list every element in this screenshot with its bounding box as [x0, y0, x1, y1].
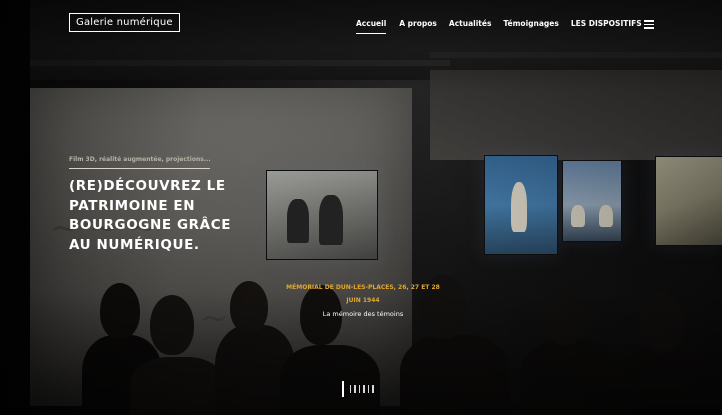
slide-pager	[342, 381, 374, 397]
caption-title-line: JUIN 1944	[346, 297, 380, 304]
hamburger-line	[644, 23, 654, 26]
headline-line: PATRIMOINE EN	[69, 197, 196, 214]
site-logo[interactable]: Galerie numérique	[69, 13, 180, 32]
hero-divider	[69, 168, 210, 169]
hero-slide: ~ ~ ~ ~ ~	[0, 0, 722, 415]
nav-item-actualites[interactable]: Actualités	[449, 19, 492, 28]
pager-indicator[interactable]	[367, 385, 369, 393]
pager-indicator[interactable]	[363, 385, 365, 393]
hero-kicker: Film 3D, réalité augmentée, projections.…	[69, 156, 211, 163]
hero-headline: (RE)DÉCOUVREZ LE PATRIMOINE EN BOURGOGNE…	[69, 177, 289, 255]
nav-item-a-propos[interactable]: A propos	[399, 19, 437, 28]
nav-item-les-dispositifs[interactable]: LES DISPOSITIFS	[571, 19, 642, 28]
caption-subtitle: La mémoire des témoins	[322, 310, 404, 318]
pager-indicator[interactable]	[372, 385, 374, 393]
pager-indicator[interactable]	[349, 385, 351, 393]
logo-text: Galerie numérique	[76, 17, 173, 28]
pager-indicator[interactable]	[358, 385, 360, 393]
nav-item-temoignages[interactable]: Témoignages	[503, 19, 558, 28]
headline-line: (RE)DÉCOUVREZ LE	[69, 178, 226, 194]
hamburger-menu-icon[interactable]	[644, 20, 654, 29]
pager-indicator-active[interactable]	[342, 381, 344, 397]
hamburger-line	[644, 20, 654, 22]
slide-caption[interactable]: MÉMORIAL DE DUN-LES-PLACES, 26, 27 ET 28…	[280, 281, 446, 318]
pager-indicator[interactable]	[354, 385, 356, 393]
main-nav: Accueil A propos Actualités Témoignages …	[356, 19, 642, 34]
caption-title-line: MÉMORIAL DE DUN-LES-PLACES, 26, 27 ET 28	[286, 284, 440, 291]
headline-line: BOURGOGNE GRÂCE	[69, 217, 232, 233]
nav-item-accueil[interactable]: Accueil	[356, 19, 387, 34]
headline-line: AU NUMÉRIQUE.	[69, 236, 200, 253]
hamburger-line	[644, 27, 654, 29]
